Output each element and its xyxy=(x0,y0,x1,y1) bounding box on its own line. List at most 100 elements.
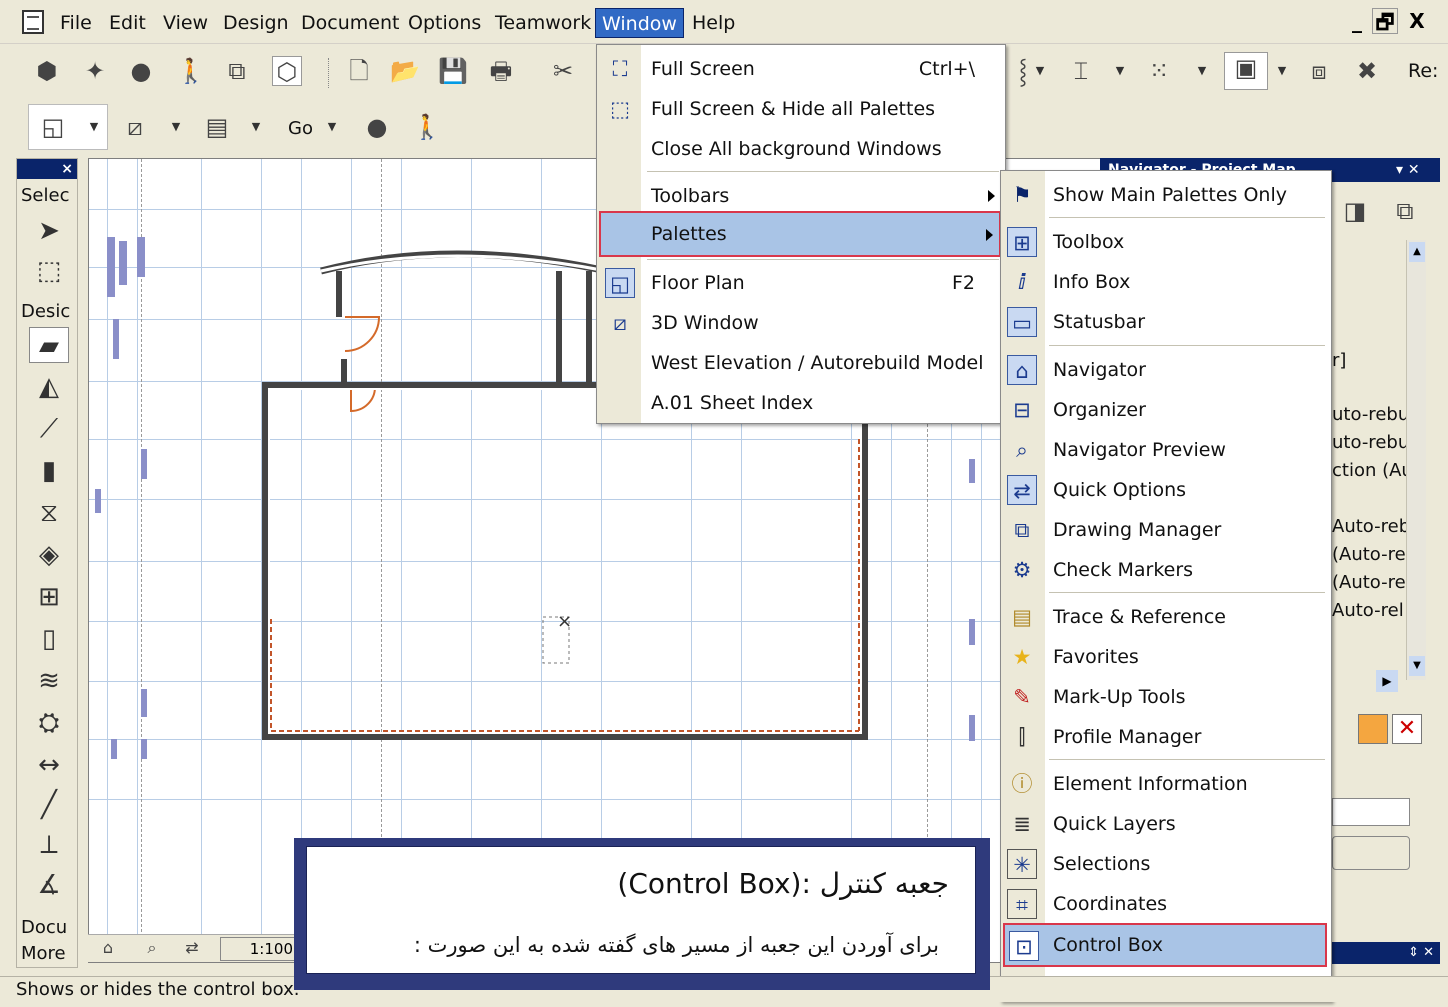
chevron-down-icon[interactable]: ▼ xyxy=(88,112,100,142)
menu-design[interactable]: Design xyxy=(217,8,295,38)
mesh-tool-icon[interactable]: ◈ xyxy=(29,537,69,573)
menu-item-organizer[interactable]: ⊟ Organizer xyxy=(1001,390,1331,430)
cube-icon[interactable]: ⬡ xyxy=(272,56,302,86)
snap-icon[interactable]: ⌶ xyxy=(1066,56,1096,86)
zoom-icon[interactable]: ⌕ xyxy=(138,935,166,961)
menu-item-coordinates[interactable]: ⌗ Coordinates xyxy=(1001,884,1331,924)
brain-icon[interactable]: ● xyxy=(362,112,392,142)
menu-item-palettes[interactable]: Palettes xyxy=(599,211,1001,257)
chevron-down-icon[interactable]: ▼ xyxy=(1276,56,1288,86)
menu-item-control-box[interactable]: ⊡ Control Box xyxy=(1003,923,1327,967)
save-icon[interactable]: 💾 xyxy=(438,56,468,86)
navigator-button[interactable] xyxy=(1332,836,1410,870)
object-tool-icon[interactable]: ⛭ xyxy=(29,705,69,741)
nav-item[interactable]: uto-rebu xyxy=(1332,432,1406,453)
scale-field[interactable]: 1:100 xyxy=(220,937,298,961)
toolbox-close-icon[interactable]: × xyxy=(17,159,77,179)
navigator-icon[interactable]: ⌂ xyxy=(94,935,122,961)
menu-item-element-information[interactable]: ⓘ Element Information xyxy=(1001,764,1331,804)
menu-item-quick-layers[interactable]: ≣ Quick Layers xyxy=(1001,804,1331,844)
close-window-button[interactable]: X xyxy=(1404,8,1430,34)
menu-item-trace-reference[interactable]: ▤ Trace & Reference xyxy=(1001,597,1331,637)
menu-item-check-markers[interactable]: ⚙ Check Markers xyxy=(1001,550,1331,590)
panel-icon[interactable]: ◨ xyxy=(1340,196,1370,226)
nav-item[interactable]: Auto-rel xyxy=(1332,600,1406,621)
floor-plan-icon[interactable]: ◱ xyxy=(38,112,68,142)
level-dimension-icon[interactable]: ⟂ xyxy=(29,827,69,863)
walker-icon[interactable]: 🚶 xyxy=(176,56,206,86)
menu-item-info-box[interactable]: ⅈ Info Box xyxy=(1001,262,1331,302)
menu-item-navigator[interactable]: ⌂ Navigator xyxy=(1001,350,1331,390)
menu-view[interactable]: View xyxy=(157,8,214,38)
nav-item[interactable]: uto-rebu xyxy=(1332,404,1406,425)
navigator-field[interactable] xyxy=(1332,798,1410,826)
menu-item-show-main-palettes[interactable]: ⚑ Show Main Palettes Only xyxy=(1001,175,1331,215)
menu-item-navigator-preview[interactable]: ⌕ Navigator Preview xyxy=(1001,430,1331,470)
menu-options[interactable]: Options xyxy=(402,8,487,38)
roof-tool-icon[interactable]: ◭ xyxy=(29,369,69,405)
stair-tool-icon[interactable]: ≋ xyxy=(29,663,69,699)
menu-file[interactable]: File xyxy=(54,8,98,38)
marquee-tool-icon[interactable]: ⬚ xyxy=(29,253,69,289)
more-section-label[interactable]: More xyxy=(21,943,66,964)
pen-set-icon[interactable]: ⧈ xyxy=(1304,56,1334,86)
line-tool-icon[interactable]: ╱ xyxy=(29,787,69,823)
layer-combo-icon[interactable]: ▣ xyxy=(1224,52,1268,90)
menu-item-quick-options[interactable]: ⇄ Quick Options xyxy=(1001,470,1331,510)
go-label[interactable]: Go xyxy=(288,118,313,139)
arrow-tool-icon[interactable]: ➤ xyxy=(29,213,69,249)
delete-icon[interactable]: ✕ xyxy=(1392,714,1422,744)
scroll-up-icon[interactable]: ▲ xyxy=(1409,242,1425,262)
nav-item[interactable]: Auto-reb xyxy=(1332,516,1406,537)
menu-item-toolbox[interactable]: ⊞ Toolbox xyxy=(1001,222,1331,262)
menu-item-floor-plan[interactable]: ◱ Floor Plan F2 xyxy=(597,263,1005,303)
chevron-down-icon[interactable]: ▼ xyxy=(1114,56,1126,86)
nav-item[interactable]: ction (Au xyxy=(1332,460,1406,481)
menu-edit[interactable]: Edit xyxy=(103,8,152,38)
menu-item-west-elevation[interactable]: West Elevation / Autorebuild Model xyxy=(597,343,1005,383)
menu-item-markup-tools[interactable]: ✎ Mark-Up Tools xyxy=(1001,677,1331,717)
menu-help[interactable]: Help xyxy=(686,8,741,38)
menu-item-toolbars[interactable]: Toolbars xyxy=(597,176,1005,216)
restore-button[interactable]: 🗗 xyxy=(1372,8,1398,34)
pin-icon[interactable]: ✦ xyxy=(80,56,110,86)
scroll-down-icon[interactable]: ▼ xyxy=(1409,656,1425,676)
new-view-icon[interactable] xyxy=(1358,714,1388,744)
chevron-down-icon[interactable]: ▼ xyxy=(326,112,338,142)
wall-tool-icon[interactable]: ▰ xyxy=(29,327,69,363)
collapse-icon[interactable]: ▾ ✕ xyxy=(1396,162,1420,178)
column-tool-icon[interactable]: ▮ xyxy=(29,453,69,489)
3d-object-icon[interactable]: ⬢ xyxy=(32,56,62,86)
menu-item-full-screen[interactable]: ⛶ Full Screen Ctrl+\ xyxy=(597,49,1005,89)
nav-item[interactable]: (Auto-re xyxy=(1332,572,1406,593)
nav-item[interactable]: r] xyxy=(1332,350,1406,371)
menu-item-3d-window[interactable]: ⧄ 3D Window xyxy=(597,303,1005,343)
menu-item-sheet-index[interactable]: A.01 Sheet Index xyxy=(597,383,1005,423)
walker-icon[interactable]: 🚶 xyxy=(412,112,442,142)
chevron-down-icon[interactable]: ▼ xyxy=(250,112,262,142)
brain-icon[interactable]: ● xyxy=(126,56,156,86)
quick-options-icon[interactable]: ⇄ xyxy=(178,935,206,961)
window-tool-icon[interactable]: ⊞ xyxy=(29,579,69,615)
grid-snap-icon[interactable]: ⁙ xyxy=(1144,56,1174,86)
scroll-right-icon[interactable]: ▶ xyxy=(1376,670,1398,692)
layout-icon[interactable]: ▤ xyxy=(202,112,232,142)
open-folder-icon[interactable]: 📂 xyxy=(390,56,420,86)
3d-view-icon[interactable]: ⧄ xyxy=(120,112,150,142)
beam-tool-icon[interactable]: ⟋ xyxy=(29,411,69,447)
angle-dimension-icon[interactable]: ∡ xyxy=(29,867,69,903)
menu-document[interactable]: Document xyxy=(295,8,405,38)
menu-item-favorites[interactable]: ★ Favorites xyxy=(1001,637,1331,677)
memory-palette-head[interactable]: ⇕ ✕ xyxy=(1332,942,1440,964)
menu-item-profile-manager[interactable]: ⫿ Profile Manager xyxy=(1001,717,1331,757)
menu-item-drawing-manager[interactable]: ⧉ Drawing Manager xyxy=(1001,510,1331,550)
chevron-down-icon[interactable]: ▼ xyxy=(1196,56,1208,86)
menu-item-selections[interactable]: ✳ Selections xyxy=(1001,844,1331,884)
copy-icon[interactable]: ⧉ xyxy=(1390,196,1420,226)
nav-item[interactable]: (Auto-re xyxy=(1332,544,1406,565)
cross-icon[interactable]: ✖ xyxy=(1352,56,1382,86)
chevron-down-icon[interactable]: ▼ xyxy=(170,112,182,142)
navigator-scrollbar[interactable]: ▲ ▼ xyxy=(1406,240,1426,680)
menu-window[interactable]: Window xyxy=(595,8,684,38)
new-file-icon[interactable]: 🗋 xyxy=(344,56,374,86)
